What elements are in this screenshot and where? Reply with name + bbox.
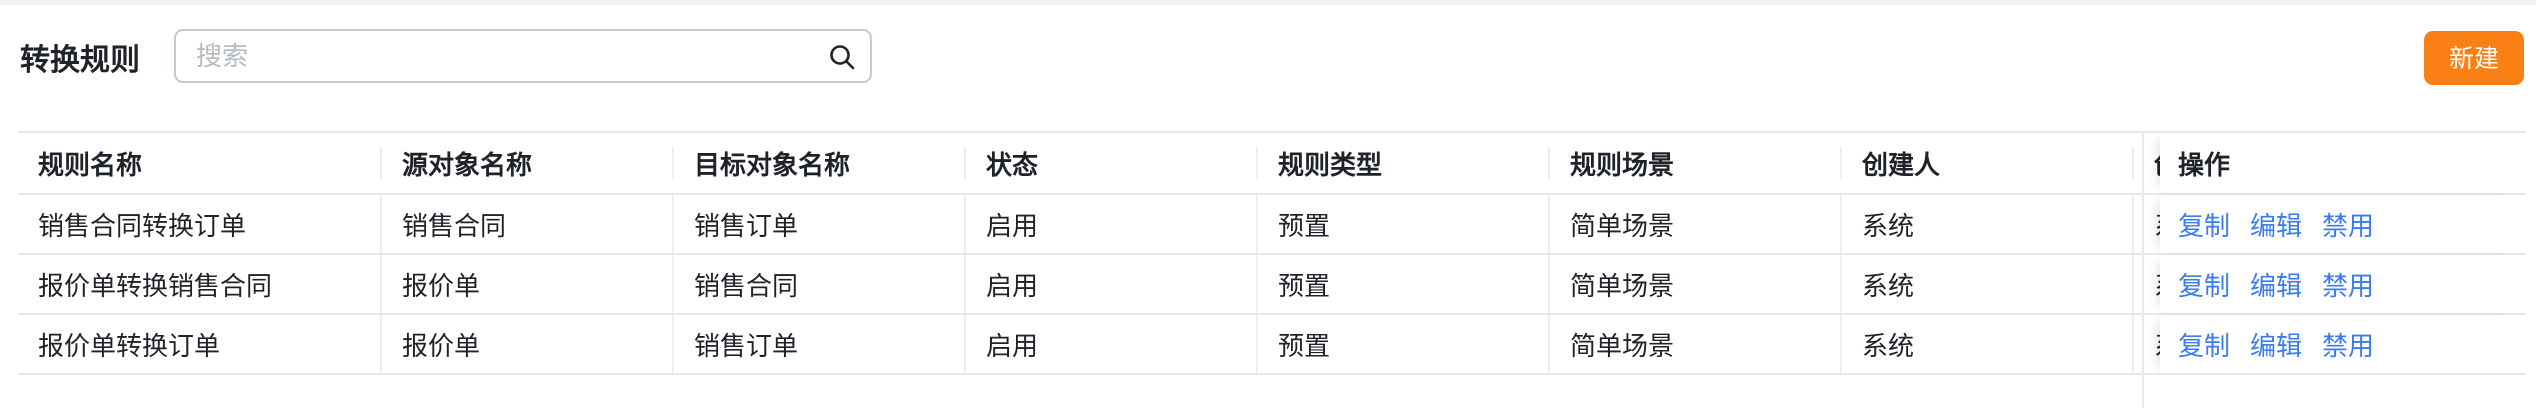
cell-rule-type: 预置 <box>1258 315 1550 373</box>
rules-table: 规则名称 源对象名称 目标对象名称 状态 规则类型 规则场景 创建人 创 操作 … <box>18 131 2526 375</box>
table-row[interactable]: 报价单转换订单 报价单 销售订单 启用 预置 简单场景 系统 系 复制 编辑 禁… <box>18 315 2526 375</box>
cell-rule-name: 报价单转换销售合同 <box>18 255 382 313</box>
cell-target-object: 销售订单 <box>674 315 966 373</box>
cell-rule-scene: 简单场景 <box>1550 195 1842 253</box>
column-header-rule-type[interactable]: 规则类型 <box>1258 133 1550 193</box>
table-header-row: 规则名称 源对象名称 目标对象名称 状态 规则类型 规则场景 创建人 创 操作 <box>18 131 2526 195</box>
column-header-source-object[interactable]: 源对象名称 <box>382 133 674 193</box>
search-input[interactable] <box>194 31 798 83</box>
cell-source-object: 报价单 <box>382 315 674 373</box>
cell-creator: 系统 <box>1842 195 2134 253</box>
column-header-actions: 操作 <box>2160 133 2526 193</box>
page-header: 转换规则 新建 <box>0 5 2536 115</box>
cell-rule-name: 销售合同转换订单 <box>18 195 382 253</box>
cell-source-object: 销售合同 <box>382 195 674 253</box>
fixed-column-divider <box>2142 131 2144 408</box>
new-button[interactable]: 新建 <box>2424 31 2524 85</box>
column-header-creator[interactable]: 创建人 <box>1842 133 2134 193</box>
edit-link[interactable]: 编辑 <box>2250 266 2302 303</box>
copy-link[interactable]: 复制 <box>2178 326 2230 363</box>
column-header-rule-scene[interactable]: 规则场景 <box>1550 133 1842 193</box>
cell-source-object: 报价单 <box>382 255 674 313</box>
cell-rule-scene: 简单场景 <box>1550 315 1842 373</box>
cell-target-object: 销售订单 <box>674 195 966 253</box>
row-actions: 复制 编辑 禁用 <box>2160 315 2526 373</box>
column-header-rule-name[interactable]: 规则名称 <box>18 133 382 193</box>
cell-target-object: 销售合同 <box>674 255 966 313</box>
cell-status: 启用 <box>966 255 1258 313</box>
column-header-status[interactable]: 状态 <box>966 133 1258 193</box>
row-actions: 复制 编辑 禁用 <box>2160 195 2526 253</box>
column-header-target-object[interactable]: 目标对象名称 <box>674 133 966 193</box>
row-actions: 复制 编辑 禁用 <box>2160 255 2526 313</box>
disable-link[interactable]: 禁用 <box>2322 206 2374 243</box>
page: 转换规则 新建 规则名称 源对象名称 目标对象名称 状态 规则类型 规则场景 创… <box>0 0 2536 408</box>
cell-rule-type: 预置 <box>1258 195 1550 253</box>
cell-status: 启用 <box>966 315 1258 373</box>
edit-link[interactable]: 编辑 <box>2250 206 2302 243</box>
cell-creator: 系统 <box>1842 255 2134 313</box>
disable-link[interactable]: 禁用 <box>2322 326 2374 363</box>
cell-rule-type: 预置 <box>1258 255 1550 313</box>
cell-creator: 系统 <box>1842 315 2134 373</box>
page-title: 转换规则 <box>20 43 140 78</box>
edit-link[interactable]: 编辑 <box>2250 326 2302 363</box>
table-row[interactable]: 报价单转换销售合同 报价单 销售合同 启用 预置 简单场景 系统 系 复制 编辑… <box>18 255 2526 315</box>
copy-link[interactable]: 复制 <box>2178 266 2230 303</box>
table-row[interactable]: 销售合同转换订单 销售合同 销售订单 启用 预置 简单场景 系统 系 复制 编辑… <box>18 195 2526 255</box>
disable-link[interactable]: 禁用 <box>2322 266 2374 303</box>
cell-status: 启用 <box>966 195 1258 253</box>
search-box[interactable] <box>174 29 872 83</box>
cell-rule-scene: 简单场景 <box>1550 255 1842 313</box>
cell-rule-name: 报价单转换订单 <box>18 315 382 373</box>
search-icon[interactable] <box>828 43 856 71</box>
copy-link[interactable]: 复制 <box>2178 206 2230 243</box>
